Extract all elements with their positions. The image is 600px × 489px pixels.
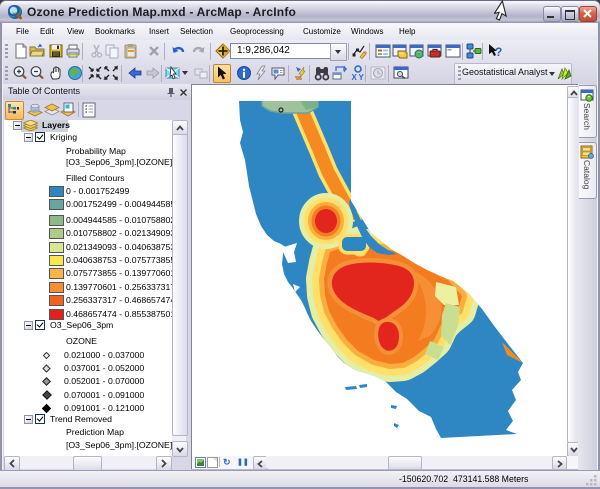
svg-text:?: ?	[495, 45, 502, 59]
svg-text:X: X	[352, 73, 358, 81]
svg-text:Y: Y	[359, 73, 365, 81]
